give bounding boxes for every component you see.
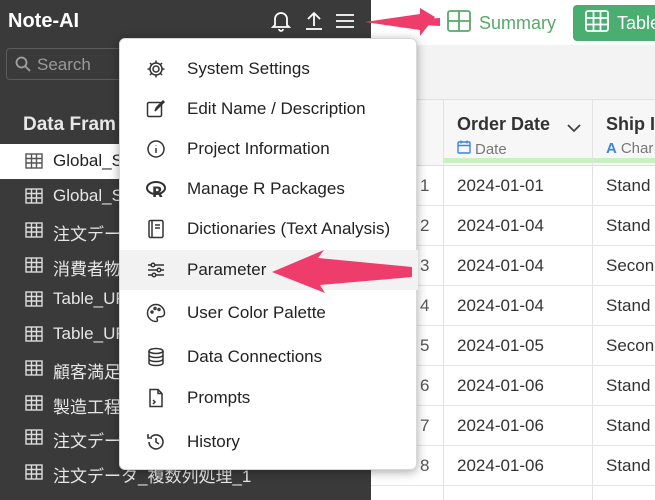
annotation-arrow-parameter: [272, 250, 412, 293]
annotation-arrow-menu: [365, 8, 440, 36]
annotation-arrows: [272, 8, 440, 293]
